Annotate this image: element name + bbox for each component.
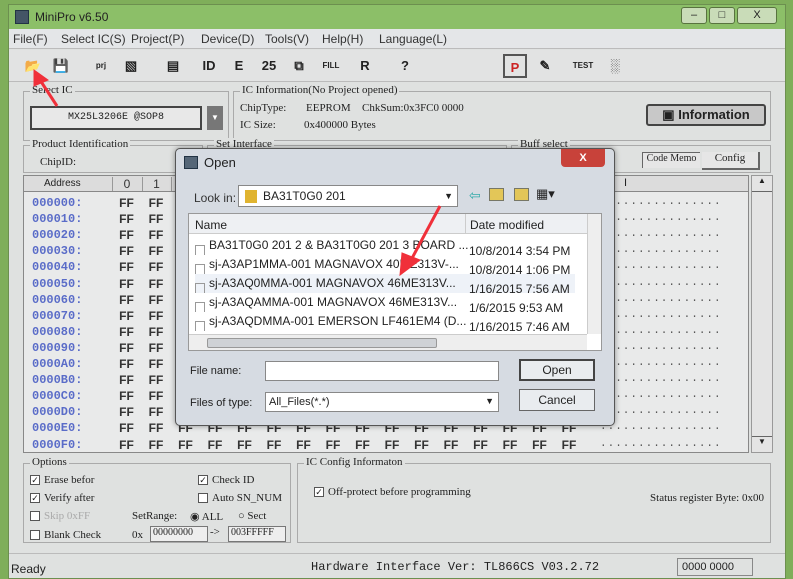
red-arrow-toolbar — [38, 79, 59, 107]
red-arrow-file — [408, 205, 442, 263]
red-arrowhead-file — [399, 252, 422, 277]
annotation-arrows — [33, 69, 442, 277]
